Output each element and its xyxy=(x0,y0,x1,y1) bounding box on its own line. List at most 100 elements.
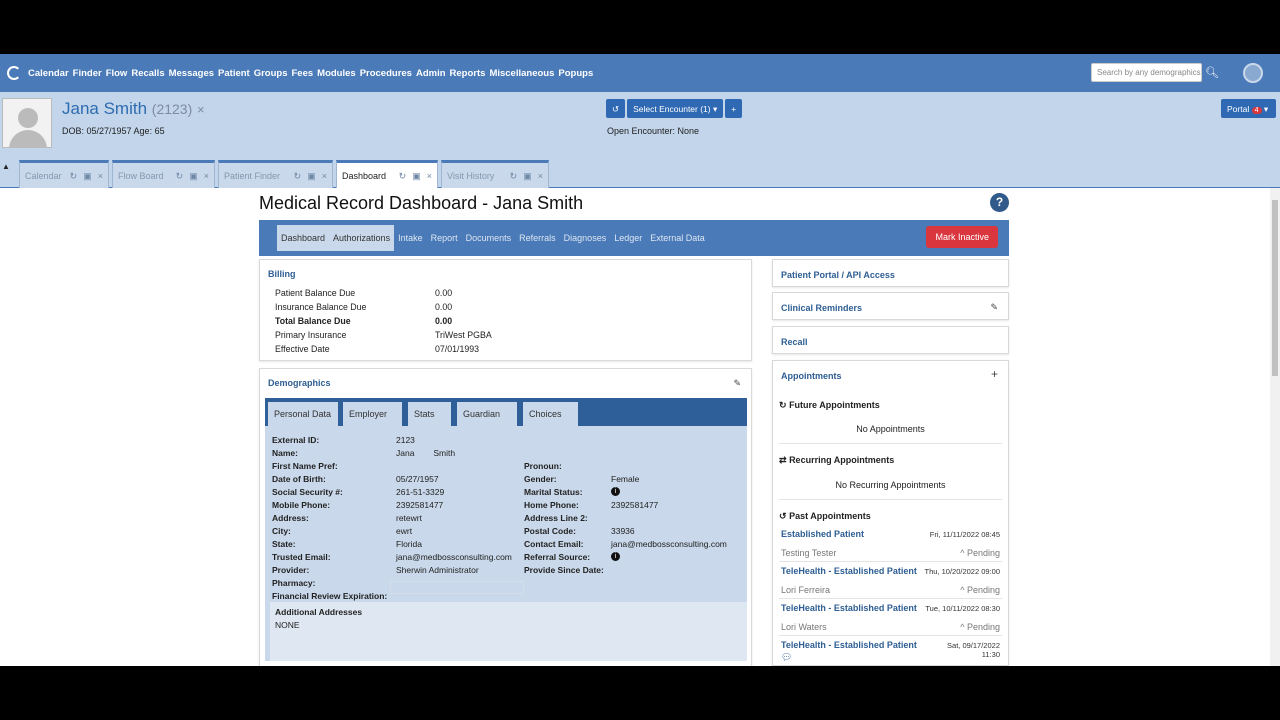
dash-tab-intake[interactable]: Intake xyxy=(394,225,427,251)
dash-tab-diagnoses[interactable]: Diagnoses xyxy=(560,225,611,251)
portal-access-title[interactable]: Patient Portal / API Access xyxy=(781,270,895,280)
billing-title[interactable]: Billing xyxy=(268,269,296,279)
menu-item-flow[interactable]: Flow xyxy=(106,68,128,79)
tab-visit-history[interactable]: Visit History ↻ ▣ × xyxy=(441,160,549,188)
dash-tab-external-data[interactable]: External Data xyxy=(646,225,709,251)
billing-value: 0.00 xyxy=(435,302,453,312)
menu-item-reports[interactable]: Reports xyxy=(450,68,486,79)
refresh-icon[interactable]: ↻ xyxy=(510,171,518,188)
tab-calendar[interactable]: Calendar ↻ ▣ × xyxy=(19,160,109,188)
demo-tab-employer[interactable]: Employer xyxy=(343,402,402,426)
demo-value: Female xyxy=(611,474,640,484)
refresh-icon[interactable]: ↻ xyxy=(399,171,407,189)
close-icon[interactable]: × xyxy=(322,171,327,188)
menu-item-popups[interactable]: Popups xyxy=(558,68,593,79)
refresh-icon[interactable]: ↻ xyxy=(176,171,184,188)
menu-item-finder[interactable]: Finder xyxy=(73,68,102,79)
appointment-date-text: Sat, 09/17/2022 xyxy=(947,641,1000,650)
scrollbar-thumb[interactable] xyxy=(1272,200,1278,376)
dash-tab-ledger[interactable]: Ledger xyxy=(610,225,646,251)
close-patient-icon[interactable]: × xyxy=(197,102,205,117)
mark-inactive-button[interactable]: Mark Inactive xyxy=(926,226,998,248)
page-scrollbar[interactable] xyxy=(1270,188,1280,666)
menu-item-modules[interactable]: Modules xyxy=(317,68,356,79)
demo-label: Pronoun: xyxy=(524,461,562,471)
lock-icon[interactable]: ▣ xyxy=(523,171,532,188)
recall-title[interactable]: Recall xyxy=(781,337,808,347)
menu-item-messages[interactable]: Messages xyxy=(169,68,214,79)
lock-icon[interactable]: ▣ xyxy=(307,171,316,188)
info-icon[interactable]: i xyxy=(611,552,620,561)
refresh-icon[interactable]: ↻ xyxy=(294,171,302,188)
menu-item-groups[interactable]: Groups xyxy=(254,68,288,79)
lock-icon[interactable]: ▣ xyxy=(412,171,421,189)
search-icon[interactable]: 🔍︎ xyxy=(1205,66,1219,79)
recurring-none: No Recurring Appointments xyxy=(835,480,946,490)
user-avatar-icon[interactable] xyxy=(1243,63,1263,83)
demo-label: Trusted Email: xyxy=(272,552,331,562)
refresh-icon: ↻ xyxy=(779,400,787,410)
close-icon[interactable]: × xyxy=(538,171,543,188)
close-icon[interactable]: × xyxy=(204,171,209,188)
close-icon[interactable]: × xyxy=(98,171,103,188)
help-icon[interactable]: ? xyxy=(990,193,1009,212)
select-encounter-button[interactable]: Select Encounter (1) ▾ xyxy=(627,99,724,118)
collapse-header-icon[interactable]: ▲ xyxy=(2,162,10,171)
past-appointment-type[interactable]: TeleHealth - Established Patient xyxy=(781,603,917,613)
menu-item-miscellaneous[interactable]: Miscellaneous xyxy=(489,68,554,79)
clinical-reminders-title[interactable]: Clinical Reminders xyxy=(781,303,862,313)
past-appointment-provider: Lori Ferreira xyxy=(781,585,831,595)
search-input[interactable]: Search by any demographics xyxy=(1091,63,1202,82)
add-encounter-button[interactable]: + xyxy=(725,99,743,118)
menu-item-calendar[interactable]: Calendar xyxy=(28,68,69,79)
edit-demographics-icon[interactable]: ✎ xyxy=(733,378,741,389)
patient-name[interactable]: Jana Smith (2123) × xyxy=(62,99,205,119)
comment-icon[interactable]: 💬︎ xyxy=(781,652,792,663)
demo-value: ewrt xyxy=(396,526,413,536)
menu-item-patient[interactable]: Patient xyxy=(218,68,250,79)
demo-label: Marital Status: xyxy=(524,487,583,497)
encounter-history-icon[interactable]: ↺ xyxy=(606,99,626,118)
portal-button[interactable]: Portal 4 ▾ xyxy=(1221,99,1276,118)
additional-addresses: Additional Addresses NONE xyxy=(270,602,747,661)
logo-icon[interactable] xyxy=(7,66,21,80)
chevron-down-icon: ▾ xyxy=(1263,104,1269,114)
tab-dashboard[interactable]: Dashboard ↻ ▣ × xyxy=(336,160,438,189)
menu-item-fees[interactable]: Fees xyxy=(292,68,314,79)
past-appointment-type[interactable]: TeleHealth - Established Patient xyxy=(781,640,917,650)
demo-label: Referral Source: xyxy=(524,552,591,562)
demographics-title[interactable]: Demographics xyxy=(268,378,331,388)
appointments-title[interactable]: Appointments xyxy=(781,371,842,381)
demo-label: City: xyxy=(272,526,291,536)
demo-tab-choices[interactable]: Choices xyxy=(523,402,578,426)
demo-tab-personal-data[interactable]: Personal Data xyxy=(268,402,338,426)
past-appointment-type[interactable]: TeleHealth - Established Patient xyxy=(781,566,917,576)
dash-tab-authorizations[interactable]: Authorizations xyxy=(329,225,395,251)
lock-icon[interactable]: ▣ xyxy=(83,171,92,188)
divider xyxy=(779,443,1002,444)
info-icon[interactable]: i xyxy=(611,487,620,496)
demo-tab-stats[interactable]: Stats xyxy=(408,402,451,426)
past-appointment-provider: Lori Waters xyxy=(781,622,827,632)
lock-icon[interactable]: ▣ xyxy=(189,171,198,188)
past-appointments-header: ↺ Past Appointments xyxy=(779,511,871,522)
dash-tab-documents[interactable]: Documents xyxy=(462,225,516,251)
menu-item-procedures[interactable]: Procedures xyxy=(360,68,412,79)
edit-reminders-icon[interactable]: ✎ xyxy=(990,302,998,313)
tab-flow-board[interactable]: Flow Board ↻ ▣ × xyxy=(112,160,215,188)
menu-item-recalls[interactable]: Recalls xyxy=(131,68,164,79)
dash-tab-report[interactable]: Report xyxy=(427,225,462,251)
demo-tab-guardian[interactable]: Guardian xyxy=(457,402,517,426)
billing-label: Effective Date xyxy=(275,344,330,354)
dash-tab-dashboard[interactable]: Dashboard xyxy=(277,225,330,251)
patient-name-text[interactable]: Jana Smith xyxy=(62,99,147,118)
menu-item-admin[interactable]: Admin xyxy=(416,68,446,79)
tab-patient-finder[interactable]: Patient Finder ↻ ▣ × xyxy=(218,160,333,188)
close-icon[interactable]: × xyxy=(427,171,432,189)
refresh-icon[interactable]: ↻ xyxy=(70,171,78,188)
demographics-tabs: Personal Data Employer Stats Guardian Choice… xyxy=(265,398,747,426)
dash-tab-referrals[interactable]: Referrals xyxy=(515,225,560,251)
demo-label: Financial Review Expiration: xyxy=(272,591,388,601)
past-appointment-type[interactable]: Established Patient xyxy=(781,529,864,539)
add-appointment-icon[interactable]: + xyxy=(991,367,998,381)
